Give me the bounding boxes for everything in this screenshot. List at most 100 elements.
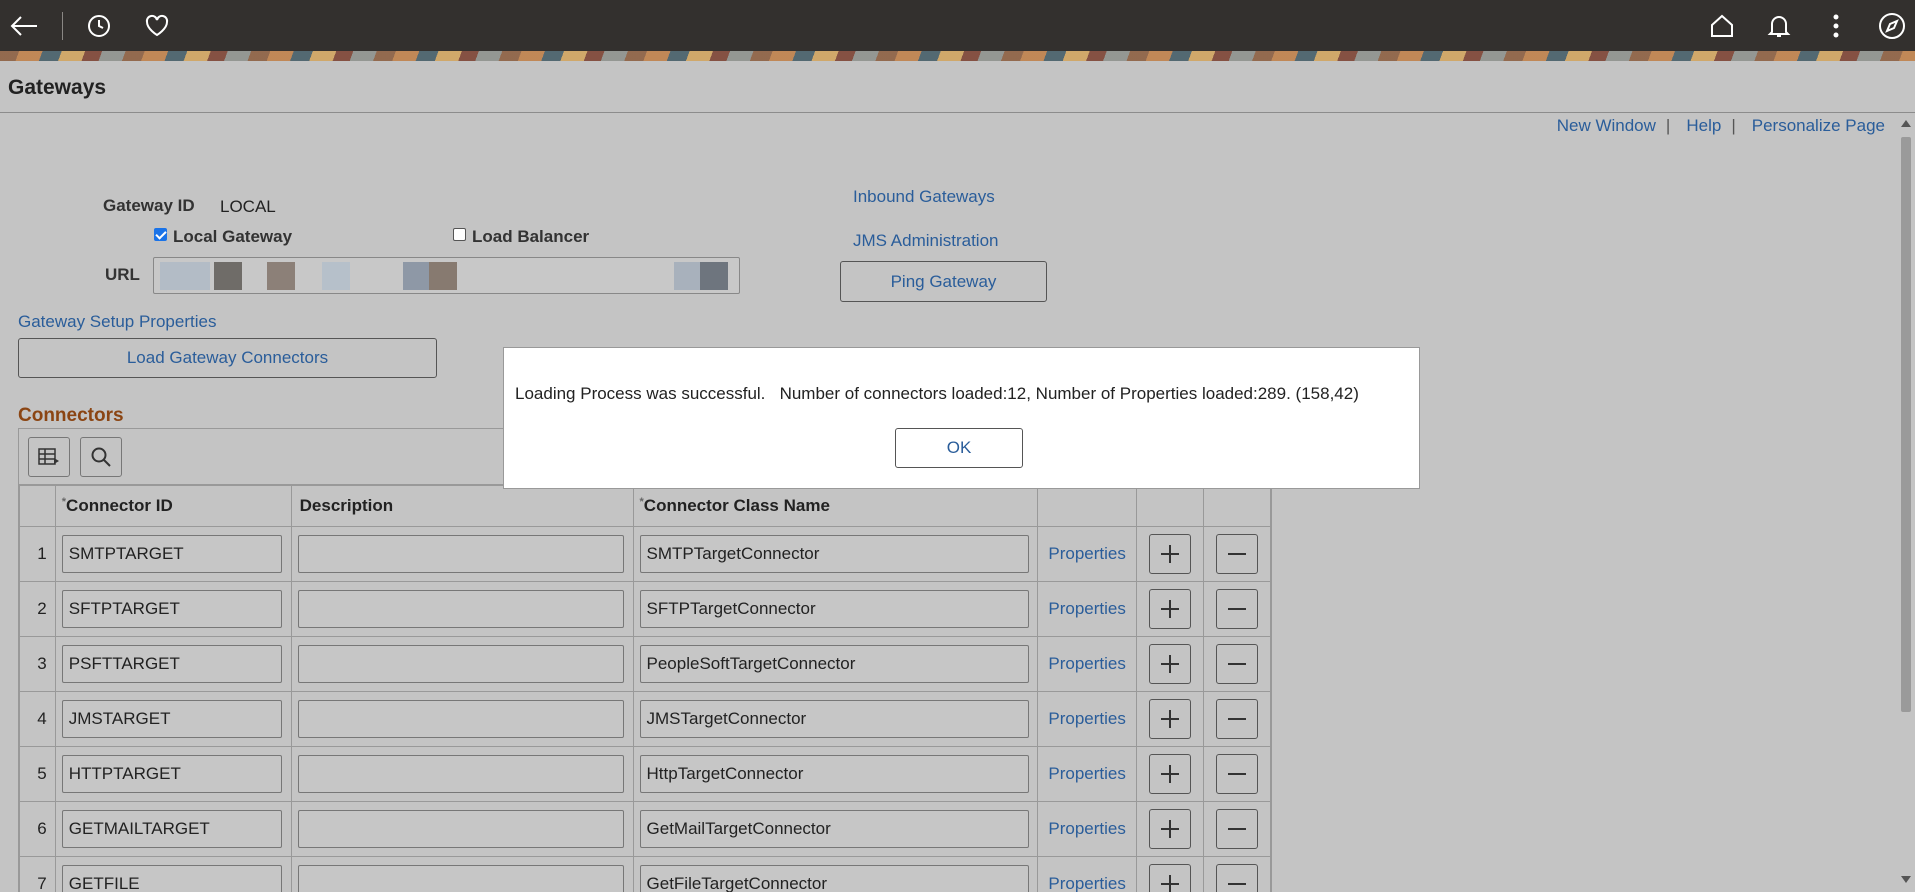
add-row-button[interactable]	[1149, 809, 1192, 849]
connector-class-name-input[interactable]: GetMailTargetConnector	[639, 810, 1029, 848]
description-input[interactable]	[297, 700, 624, 738]
delete-row-button[interactable]	[1216, 864, 1259, 892]
compass-navigator-icon[interactable]	[1876, 10, 1908, 42]
connector-class-name-input[interactable]: JMSTargetConnector	[639, 700, 1029, 738]
description-input[interactable]	[297, 810, 624, 848]
delete-row-button[interactable]	[1216, 644, 1259, 684]
properties-link[interactable]: Properties	[1048, 599, 1125, 618]
scroll-down-arrow-icon[interactable]	[1901, 876, 1911, 883]
row-number: 3	[19, 636, 56, 692]
connector-id-input[interactable]: JMSTARGET	[61, 700, 282, 738]
connector-class-name-header[interactable]: *Connector Class Name	[632, 485, 1039, 527]
vertical-scrollbar[interactable]	[1897, 115, 1915, 892]
delete-row-button[interactable]	[1216, 754, 1259, 794]
connector-id-input[interactable]: SFTPTARGET	[61, 590, 282, 628]
delete-row-cell	[1203, 636, 1271, 692]
properties-cell: Properties	[1037, 801, 1138, 857]
connectors-table: *Connector ID Description *Connector Cla…	[19, 485, 1271, 892]
delete-row-cell	[1203, 801, 1271, 857]
toolbar-divider	[62, 12, 63, 40]
table-row: 7 GETFILE GetFileTargetConnector Properties	[19, 856, 1271, 892]
load-gateway-connectors-button[interactable]: Load Gateway Connectors	[18, 338, 437, 378]
properties-link[interactable]: Properties	[1048, 874, 1125, 892]
description-input[interactable]	[297, 535, 624, 573]
minus-icon	[1228, 663, 1247, 665]
delete-row-button[interactable]	[1216, 809, 1259, 849]
table-row: 5 HTTPTARGET HttpTargetConnector Properties	[19, 746, 1271, 802]
plus-icon	[1161, 545, 1180, 563]
description-input[interactable]	[297, 755, 624, 793]
properties-cell: Properties	[1037, 636, 1138, 692]
connector-id-header[interactable]: *Connector ID	[54, 485, 292, 527]
minus-icon	[1228, 828, 1247, 830]
connector-class-name-input[interactable]: HttpTargetConnector	[639, 755, 1029, 793]
properties-cell: Properties	[1037, 581, 1138, 637]
connector-id-input[interactable]: GETFILE	[61, 865, 282, 892]
history-clock-icon[interactable]	[83, 10, 115, 42]
gateway-setup-properties-link[interactable]: Gateway Setup Properties	[18, 312, 216, 332]
notifications-bell-icon[interactable]	[1763, 10, 1795, 42]
personalize-page-link[interactable]: Personalize Page	[1752, 116, 1885, 136]
help-link[interactable]: Help	[1686, 116, 1721, 136]
gateway-id-value: LOCAL	[220, 197, 276, 216]
description-input[interactable]	[297, 865, 624, 892]
connector-class-name-input[interactable]: SMTPTargetConnector	[639, 535, 1029, 573]
connector-id-cell: PSFTTARGET	[54, 636, 292, 692]
table-row: 4 JMSTARGET JMSTargetConnector Properties	[19, 691, 1271, 747]
ping-gateway-button[interactable]: Ping Gateway	[840, 261, 1047, 302]
properties-link[interactable]: Properties	[1048, 764, 1125, 783]
connector-id-input[interactable]: PSFTTARGET	[61, 645, 282, 683]
decorative-banner	[0, 51, 1915, 61]
add-row-button[interactable]	[1149, 699, 1192, 739]
more-vertical-icon[interactable]	[1820, 10, 1852, 42]
add-row-button[interactable]	[1149, 864, 1192, 892]
properties-link[interactable]: Properties	[1048, 819, 1125, 838]
delete-row-button[interactable]	[1216, 699, 1259, 739]
connector-id-input[interactable]: HTTPTARGET	[61, 755, 282, 793]
scrollbar-thumb[interactable]	[1901, 137, 1911, 712]
description-cell	[290, 581, 634, 637]
description-input[interactable]	[297, 645, 624, 683]
page-links: New Window | Help | Personalize Page	[1557, 116, 1885, 136]
connector-id-input[interactable]: SMTPTARGET	[61, 535, 282, 573]
home-icon[interactable]	[1706, 10, 1738, 42]
local-gateway-checkbox[interactable]	[154, 228, 167, 241]
connector-class-name-input[interactable]: PeopleSoftTargetConnector	[639, 645, 1029, 683]
delete-row-button[interactable]	[1216, 534, 1259, 574]
properties-link[interactable]: Properties	[1048, 709, 1125, 728]
connector-id-cell: SFTPTARGET	[54, 581, 292, 637]
jms-administration-link[interactable]: JMS Administration	[853, 231, 999, 251]
grid-search-icon[interactable]	[80, 437, 122, 477]
connector-id-input[interactable]: GETMAILTARGET	[61, 810, 282, 848]
add-row-button[interactable]	[1149, 754, 1192, 794]
connector-class-name-input[interactable]: SFTPTargetConnector	[639, 590, 1029, 628]
connector-id-cell: HTTPTARGET	[54, 746, 292, 802]
properties-cell: Properties	[1037, 746, 1138, 802]
delete-row-button[interactable]	[1216, 589, 1259, 629]
back-arrow-icon[interactable]	[8, 10, 40, 42]
new-window-link[interactable]: New Window	[1557, 116, 1656, 136]
add-row-button[interactable]	[1149, 589, 1192, 629]
message-dialog: Loading Process was successful. Number o…	[503, 347, 1420, 489]
delete-row-header	[1203, 485, 1271, 527]
description-header[interactable]: Description	[290, 485, 634, 527]
description-input[interactable]	[297, 590, 624, 628]
personalize-grid-icon[interactable]	[28, 437, 70, 477]
delete-row-cell	[1203, 856, 1271, 892]
favorites-heart-icon[interactable]	[141, 10, 173, 42]
connector-class-name-input[interactable]: GetFileTargetConnector	[639, 865, 1029, 892]
properties-link[interactable]: Properties	[1048, 654, 1125, 673]
url-field[interactable]	[153, 257, 740, 294]
local-gateway-label: Local Gateway	[173, 227, 293, 246]
link-separator: |	[1731, 116, 1736, 135]
add-row-button[interactable]	[1149, 534, 1192, 574]
load-balancer-checkbox[interactable]	[453, 228, 466, 241]
page-title: Gateways	[8, 76, 107, 99]
inbound-gateways-link[interactable]: Inbound Gateways	[853, 187, 995, 207]
properties-link[interactable]: Properties	[1048, 544, 1125, 563]
table-header-row: *Connector ID Description *Connector Cla…	[19, 485, 1271, 527]
scroll-up-arrow-icon[interactable]	[1901, 120, 1911, 127]
add-row-button[interactable]	[1149, 644, 1192, 684]
row-number: 7	[19, 856, 56, 892]
ok-button[interactable]: OK	[895, 428, 1023, 468]
